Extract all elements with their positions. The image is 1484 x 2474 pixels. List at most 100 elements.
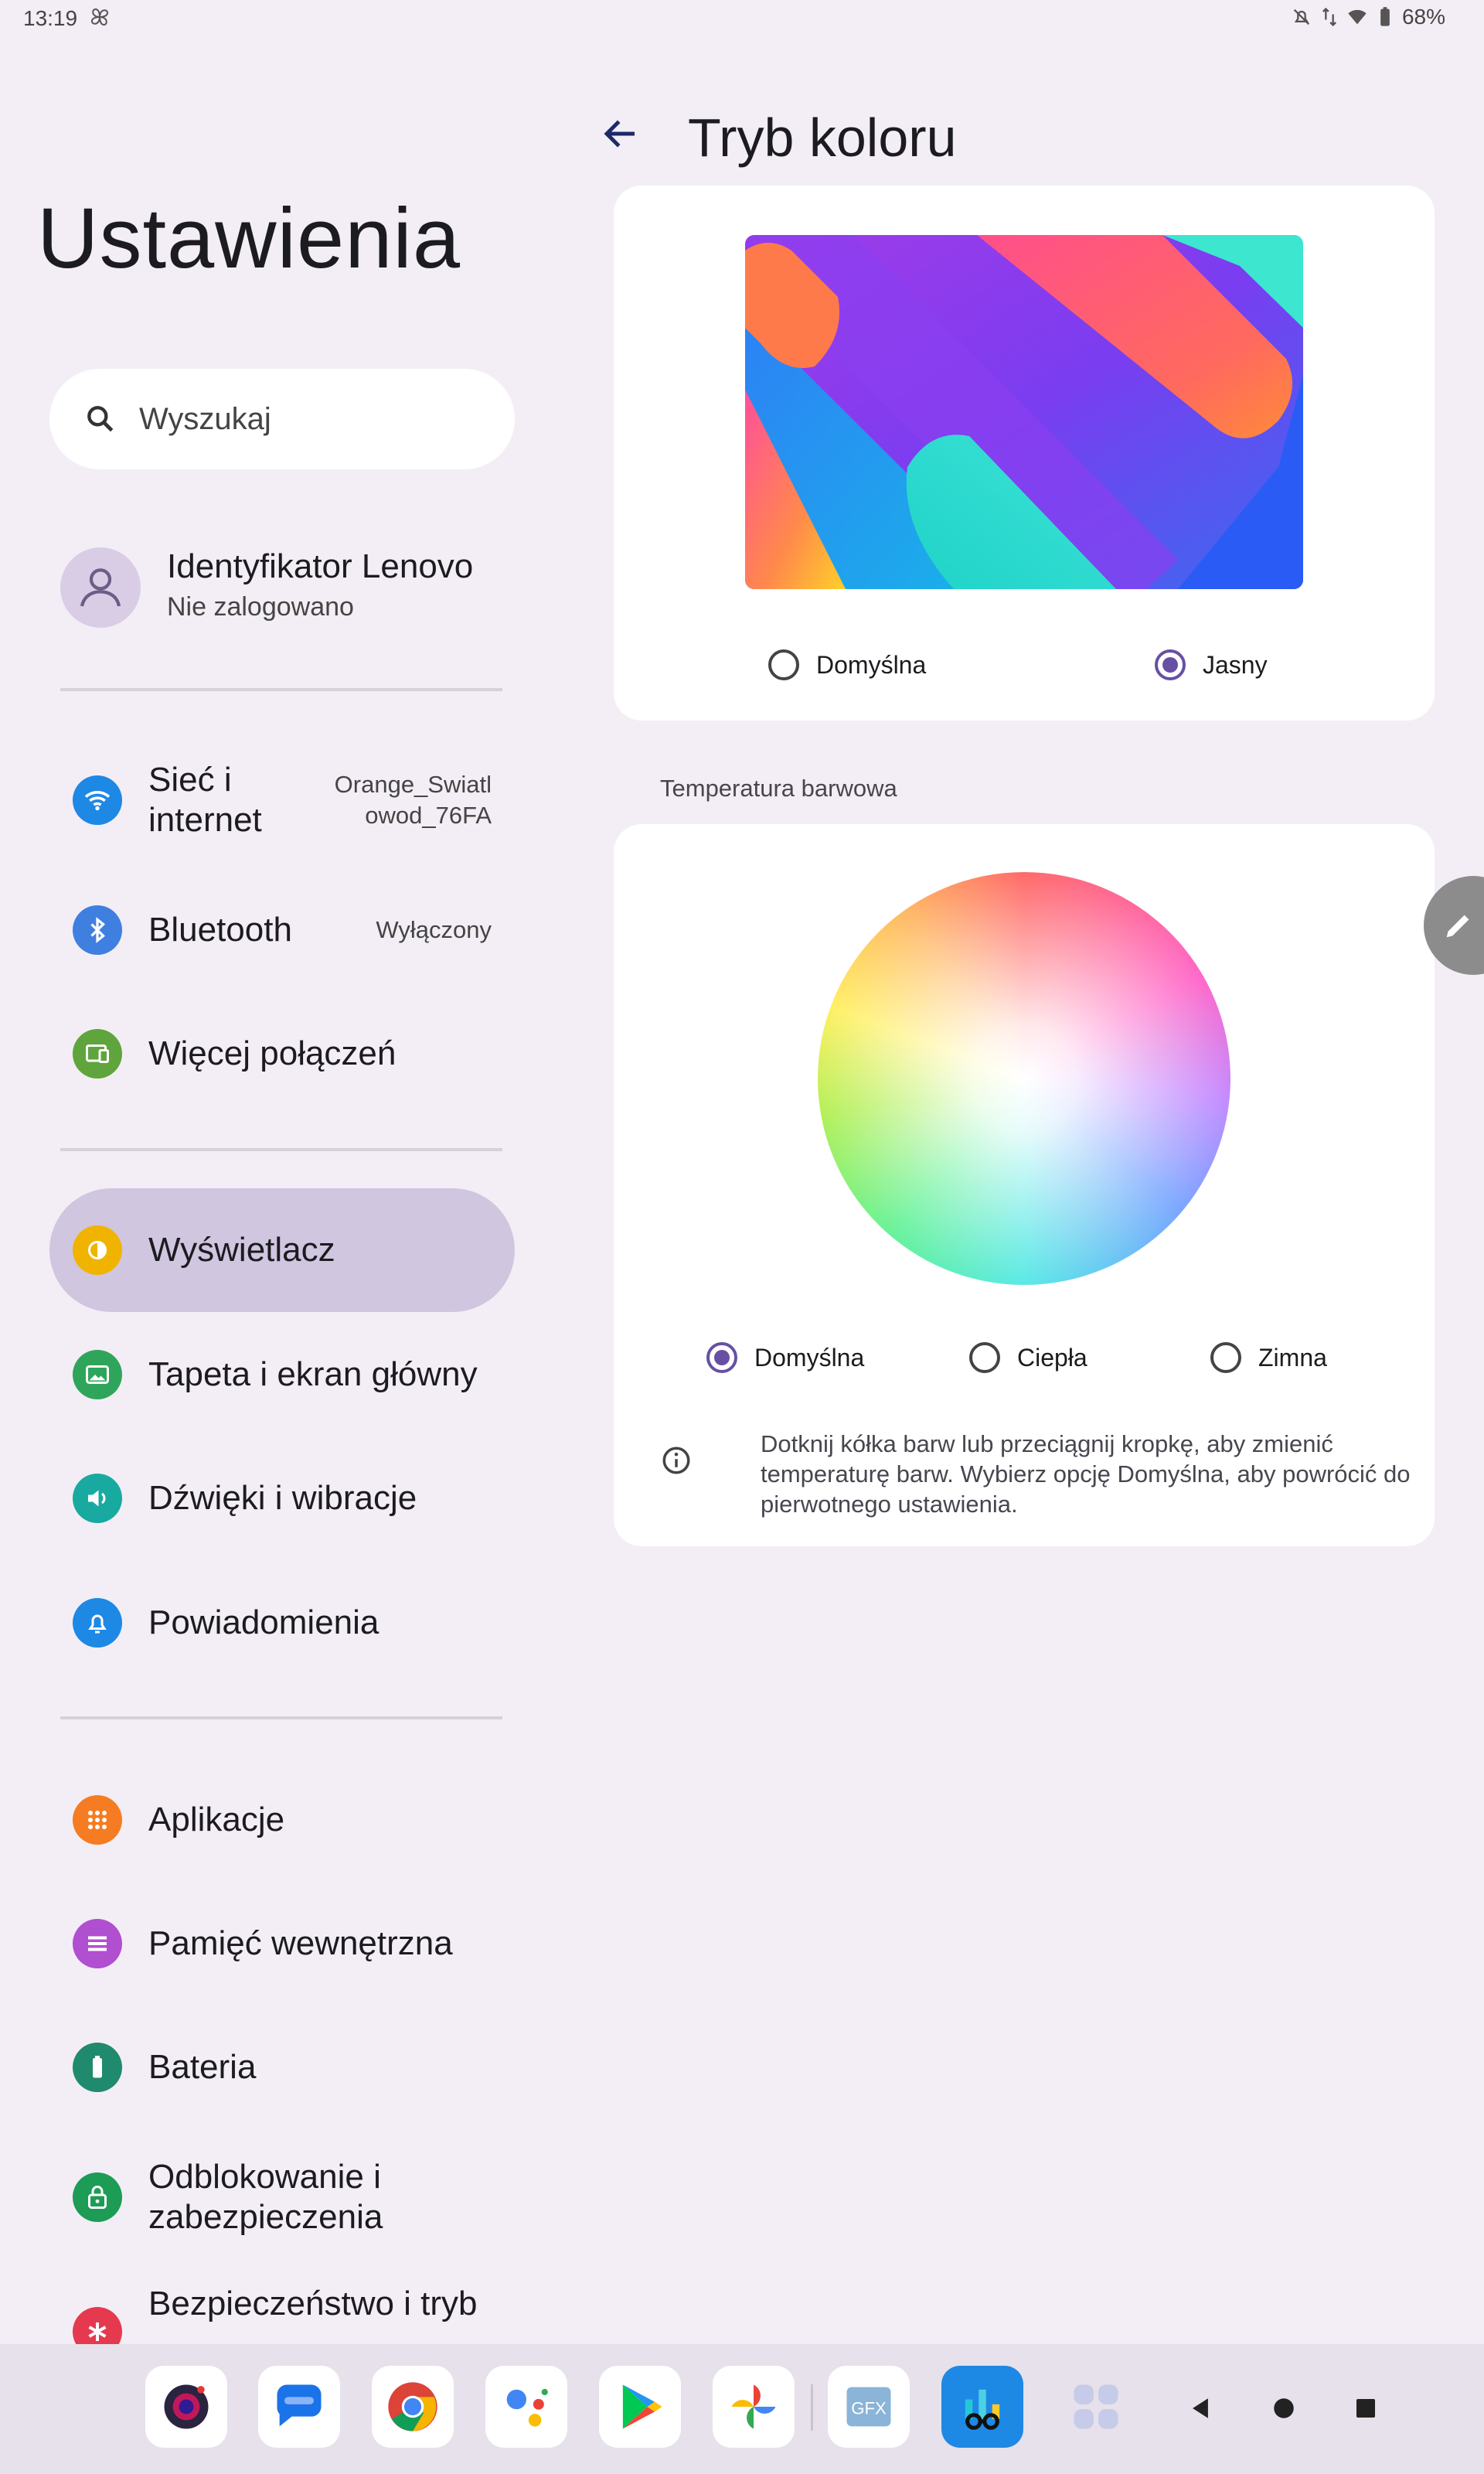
sidebar-item-display[interactable]: Wyświetlacz — [49, 1188, 515, 1312]
battery-percent: 68% — [1401, 5, 1445, 29]
gfx-app-icon[interactable]: GFX — [828, 2366, 910, 2448]
option-label: Jasny — [1203, 650, 1268, 679]
search-placeholder: Wyszukaj — [139, 401, 271, 436]
settings-title: Ustawienia — [37, 191, 461, 286]
person-icon — [80, 568, 121, 607]
lock-icon — [73, 2172, 122, 2222]
back-button[interactable] — [595, 108, 646, 159]
data-arrows-icon — [1322, 7, 1336, 27]
temperature-section-label: Temperatura barwowa — [660, 775, 897, 802]
settings-nav-pane: Ustawienia Wyszukaj Identyfikator Lenovo… — [0, 0, 556, 2474]
color-preview-graphic — [745, 235, 1303, 589]
sidebar-item-wallpaper[interactable]: Tapeta i ekran główny — [49, 1313, 515, 1436]
gfx-label: GFX — [851, 2399, 887, 2418]
sidebar-item-label: Bezpieczeństwo i tryb — [148, 2285, 478, 2322]
taskbar: GFX — [0, 2344, 1484, 2474]
camera-app-icon[interactable] — [145, 2366, 227, 2448]
mode-option-bright[interactable]: Jasny — [1155, 649, 1268, 680]
play-store-app-icon[interactable] — [599, 2366, 681, 2448]
sidebar-item-label: Sieć i — [148, 761, 232, 799]
sidebar-item-apps[interactable]: Aplikacje — [49, 1758, 515, 1882]
info-text: Dotknij kółka barw lub przeciągnij kropk… — [761, 1430, 1411, 1518]
messages-app-icon[interactable] — [258, 2366, 340, 2448]
sidebar-item-label: Wyświetlacz — [148, 1231, 335, 1269]
arrow-back-icon — [604, 120, 635, 148]
sidebar-item-label: Bluetooth — [148, 911, 292, 949]
network-name-value: owod_76FA — [365, 802, 492, 829]
chrome-app-icon[interactable] — [372, 2366, 454, 2448]
taskbar-divider — [811, 2384, 813, 2431]
option-label: Domyślna — [754, 1343, 865, 1372]
sidebar-item-label: Bateria — [148, 2048, 257, 2086]
assistant-app-icon[interactable] — [485, 2366, 567, 2448]
photos-app-icon[interactable] — [713, 2366, 795, 2448]
page-title: Tryb koloru — [688, 107, 957, 168]
bell-icon — [73, 1598, 122, 1648]
home-nav-icon[interactable] — [1264, 2389, 1303, 2428]
apps-grid-icon — [73, 1795, 122, 1845]
sidebar-item-security[interactable]: Odblokowanie i zabezpieczenia — [49, 2135, 515, 2259]
radio-default-mode[interactable] — [768, 649, 799, 680]
option-label: Ciepła — [1017, 1343, 1087, 1372]
avatar — [60, 547, 141, 628]
temp-option-cool[interactable]: Zimna — [1210, 1342, 1327, 1373]
wifi-icon — [73, 775, 122, 825]
sidebar-item-label: Odblokowanie i — [148, 2158, 381, 2196]
sidebar-item-label: Tapeta i ekran główny — [148, 1355, 478, 1393]
divider — [60, 1148, 502, 1151]
search-icon — [87, 406, 114, 432]
sidebar-item-storage[interactable]: Pamięć wewnętrzna — [49, 1882, 515, 2005]
geekbench-app-icon[interactable] — [941, 2366, 1023, 2448]
sidebar-item-label: Więcej połączeń — [148, 1034, 397, 1072]
divider — [60, 1716, 502, 1719]
sidebar-item-label: Dźwięki i wibracje — [148, 1479, 417, 1517]
account-title: Identyfikator Lenovo — [167, 547, 474, 585]
option-label: Zimna — [1258, 1343, 1327, 1372]
sidebar-item-more-connections[interactable]: Więcej połączeń — [49, 992, 515, 1116]
radio-temp-warm[interactable] — [969, 1342, 1000, 1373]
volume-icon — [73, 1474, 122, 1523]
sidebar-item-label: Pamięć wewnętrzna — [148, 1924, 453, 1962]
option-label: Domyślna — [816, 650, 927, 679]
back-nav-icon[interactable] — [1181, 2389, 1220, 2428]
color-mode-card: Domyślna Jasny — [614, 186, 1435, 721]
radio-temp-default[interactable] — [706, 1342, 737, 1373]
info-icon — [662, 1447, 690, 1474]
radio-bright-mode[interactable] — [1155, 649, 1186, 680]
wallpaper-icon — [73, 1350, 122, 1399]
mute-icon — [1293, 9, 1310, 26]
sidebar-item-sounds[interactable]: Dźwięki i wibracje — [49, 1436, 515, 1560]
sidebar-item-label: internet — [148, 801, 262, 839]
color-wheel[interactable] — [818, 872, 1230, 1285]
devices-icon — [73, 1029, 122, 1079]
network-name-value: Orange_Swiatl — [334, 771, 492, 798]
sidebar-item-label: Aplikacje — [148, 1801, 285, 1838]
pencil-icon — [1446, 915, 1469, 938]
account-subtitle: Nie zalogowano — [167, 592, 354, 622]
wifi-signal-icon — [1348, 9, 1367, 25]
sidebar-item-notifications[interactable]: Powiadomienia — [49, 1561, 515, 1685]
mode-option-default[interactable]: Domyślna — [768, 649, 926, 680]
battery-icon — [73, 2043, 122, 2092]
battery-status-icon — [1380, 7, 1390, 26]
app-drawer-icon[interactable] — [1055, 2366, 1137, 2448]
temp-option-default[interactable]: Domyślna — [706, 1342, 864, 1373]
search-bar[interactable]: Wyszukaj — [49, 369, 515, 469]
sidebar-item-safety[interactable]: Bezpieczeństwo i tryb — [49, 2273, 515, 2344]
sidebar-item-bluetooth[interactable]: Bluetooth Wyłączony — [49, 868, 515, 992]
temp-option-warm[interactable]: Ciepła — [969, 1342, 1087, 1373]
sidebar-item-battery[interactable]: Bateria — [49, 2005, 515, 2129]
brightness-icon — [73, 1225, 122, 1275]
recents-nav-icon[interactable] — [1346, 2389, 1385, 2428]
asterisk-icon — [73, 2307, 122, 2344]
radio-temp-cool[interactable] — [1210, 1342, 1241, 1373]
lenovo-account-item[interactable]: Identyfikator Lenovo Nie zalogowano — [60, 541, 524, 634]
sidebar-item-network[interactable]: Sieć i internet Orange_Swiatl owod_76FA — [49, 738, 515, 862]
color-temperature-card: Domyślna Ciepła Zimna Dotknij kółka barw… — [614, 824, 1435, 1546]
bluetooth-icon — [73, 905, 122, 955]
bluetooth-status-value: Wyłączony — [376, 916, 492, 943]
storage-icon — [73, 1919, 122, 1968]
divider — [60, 688, 502, 691]
color-preview-image — [745, 235, 1303, 589]
sidebar-item-label: zabezpieczenia — [148, 2198, 383, 2236]
